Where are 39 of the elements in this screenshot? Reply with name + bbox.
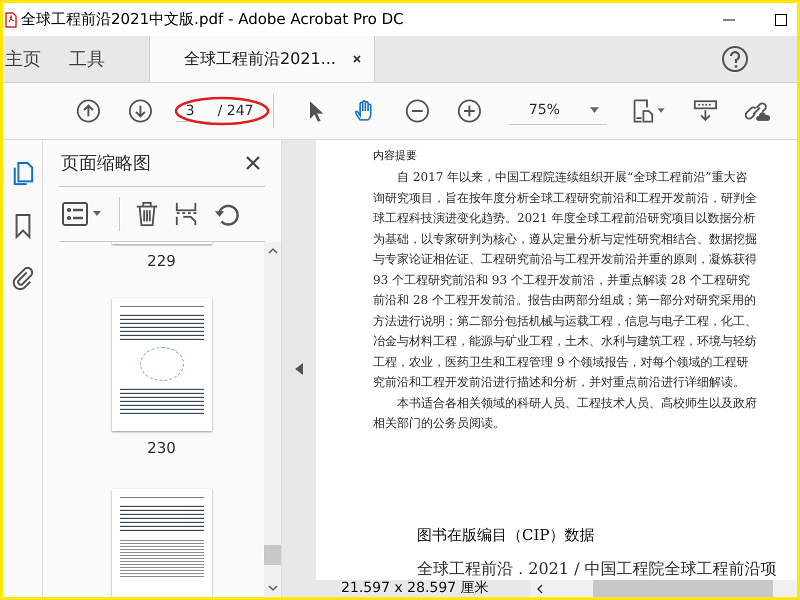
window-title: 全球工程前沿2021中文版.pdf - Adobe Acrobat Pro DC bbox=[21, 10, 404, 29]
panel-title: 页面缩略图 bbox=[61, 152, 151, 175]
cip-heading: 图书在版编目（CIP）数据 bbox=[417, 526, 596, 545]
previous-page-icon[interactable] bbox=[76, 97, 101, 125]
fit-page-icon[interactable] bbox=[630, 97, 666, 125]
caret-icon bbox=[590, 106, 599, 112]
page-thumbnail[interactable] bbox=[112, 298, 212, 432]
page-number-field[interactable]: 3 bbox=[176, 100, 210, 122]
page-number-label: 230 bbox=[147, 439, 176, 458]
zoom-in-icon[interactable] bbox=[457, 97, 482, 125]
page-size: 21.597 x 28.597 厘米 bbox=[340, 580, 490, 597]
paperclip-icon[interactable] bbox=[12, 264, 34, 292]
close-icon[interactable] bbox=[245, 155, 261, 171]
collapse-panel-icon[interactable] bbox=[295, 362, 303, 374]
scroll-up-icon[interactable] bbox=[268, 248, 278, 254]
zoom-dropdown[interactable]: 75% bbox=[508, 98, 607, 124]
pages-icon[interactable] bbox=[12, 160, 34, 188]
maximize-icon[interactable] bbox=[775, 14, 787, 26]
scroll-left-icon[interactable] bbox=[537, 584, 543, 594]
nav-tab[interactable]: 工具 bbox=[67, 36, 121, 82]
horizontal-scrollbar[interactable] bbox=[531, 580, 797, 597]
body-paragraph: 自 2017 年以来，中国工程院连续组织开展“全球工程前沿”重大咨询研究项目，旨在按年度分析全球工程研究前沿和工程开发前沿，研判全球工程科技演进变化趋势。2021 年度全球工程前沿研究项目以数据分析为基础，以专家研判为核心，遵从定量分析与定性研究相结合、数据挖掘与专家论证相佐证、工程研究前沿与工程开发前沿并重的原则，凝炼获得 93 个工程研究前沿和 93 个工程开发前沿，并重点解读 28 个工程研究前沿和 28 个工程开发前沿。报告由两部分组成；第一部分对研究采用的方法进行说明；第二部分包括机械与运载工程，信息与电子工程，化工、冶金与材料工程，能源与矿业工程，土木、水利与建筑工程，环境与轻纺工程，农业，医药卫生和工程管理 9 个领域报告，对每个领域的工程研究前沿和工程开发前沿进行描述和分析，并对重点前沿进行详细解读。 bbox=[373, 169, 757, 391]
page-number-label: 229 bbox=[147, 252, 176, 270]
cip-text: 全球工程前沿 . 2021 / 中国工程院全球工程前沿项 bbox=[417, 559, 778, 580]
help-icon[interactable] bbox=[721, 45, 749, 73]
scrollbar-thumb[interactable] bbox=[264, 545, 281, 565]
document-tab[interactable]: 全球工程前沿2021... bbox=[149, 36, 375, 82]
page-thumbnail[interactable] bbox=[112, 489, 212, 597]
zoom-out-icon[interactable] bbox=[405, 97, 430, 125]
close-icon[interactable] bbox=[352, 54, 362, 64]
nav-tab[interactable]: 主页 bbox=[3, 36, 57, 82]
scrollbar-thumb[interactable] bbox=[593, 580, 773, 597]
trash-icon[interactable] bbox=[134, 200, 160, 228]
body-paragraph: 本书适合各相关领域的科研人员、工程技术人员、高校师生以及政府相关部门的公务员阅读。 bbox=[373, 394, 757, 432]
section-heading: 内容提要 bbox=[373, 148, 418, 163]
page-total: / 247 bbox=[218, 103, 254, 119]
next-page-icon[interactable] bbox=[128, 97, 153, 125]
vertical-scrollbar[interactable] bbox=[264, 242, 281, 597]
scroll-down-icon[interactable] bbox=[268, 585, 278, 591]
